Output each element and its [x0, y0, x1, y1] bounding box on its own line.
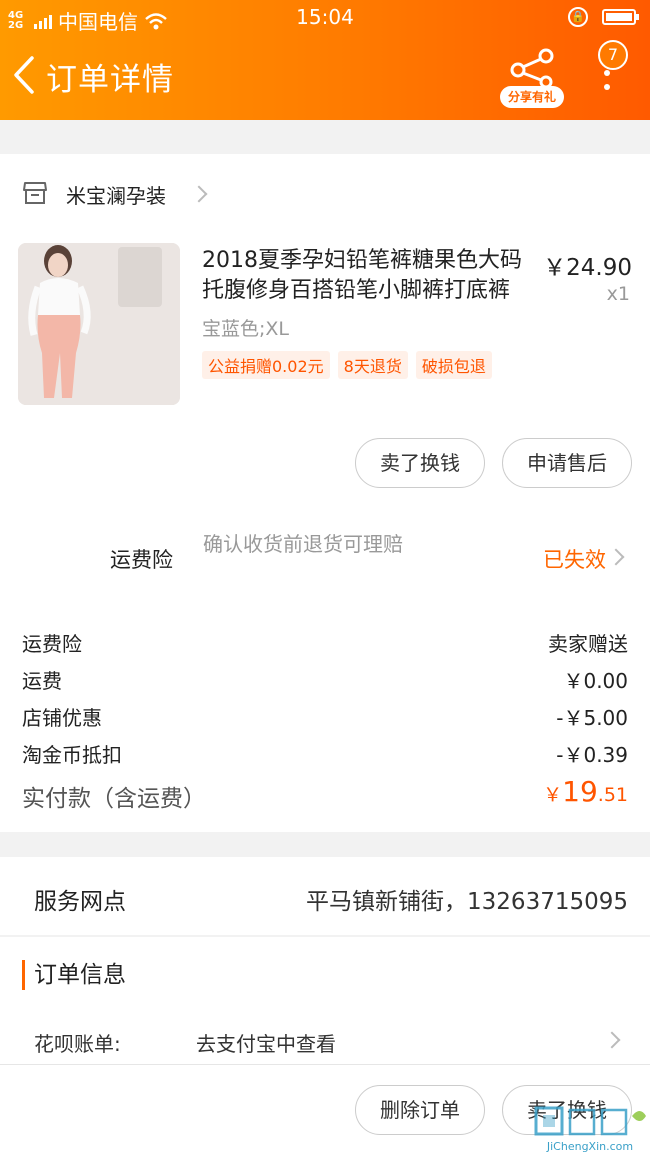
tag-charity: 公益捐赠0.02元 [202, 351, 330, 379]
fee-row: 店铺优惠 -￥5.00 [22, 702, 628, 732]
tag-return: 8天退货 [337, 351, 408, 379]
total-label: 实付款（含运费） [22, 786, 206, 812]
rotation-lock-icon: 🔒 [568, 7, 588, 27]
chevron-right-icon [190, 185, 208, 203]
total-currency: ￥ [543, 784, 563, 806]
fee-value: -￥0.39 [556, 743, 628, 767]
fee-label: 淘金币抵扣 [22, 743, 122, 767]
fee-row: 运费险 卖家赠送 [22, 628, 628, 658]
apply-after-sale-button[interactable]: 申请售后 [502, 438, 632, 488]
watermark-logo [534, 1106, 646, 1136]
header: 4G 2G 中国电信 15:04 🔒 订单详情 分享有礼 7 [0, 0, 650, 120]
insurance-status: 已失效 [543, 548, 606, 572]
status-right: 🔒 [568, 7, 639, 27]
order-info-title: 订单信息 [22, 960, 126, 990]
total-row: 实付款（含运费） ￥19.51 [22, 775, 628, 815]
fee-label: 运费险 [22, 632, 82, 656]
store-icon [23, 182, 47, 204]
fee-value: 卖家赠送 [548, 632, 628, 656]
product-tags: 公益捐赠0.02元 8天退货 破损包退 [202, 351, 492, 379]
total-integer: 19 [562, 775, 598, 808]
fee-row: 淘金币抵扣 -￥0.39 [22, 739, 628, 769]
insurance-desc: 确认收货前退货可理赔 [203, 532, 403, 556]
product-image [18, 243, 180, 405]
share-label: 分享有礼 [500, 86, 564, 108]
service-value: 平马镇新铺街，13263715095 [306, 889, 628, 915]
fee-label: 运费 [22, 669, 62, 693]
nav-bar: 订单详情 分享有礼 7 [0, 40, 650, 115]
total-decimal: .51 [597, 784, 628, 806]
delete-order-button[interactable]: 删除订单 [355, 1085, 485, 1135]
product-price: ￥24.90 [543, 255, 632, 281]
product-quantity: x1 [606, 283, 630, 305]
watermark-text: JiChengXin.com [546, 1140, 634, 1153]
page-title: 订单详情 [46, 62, 174, 98]
tag-damage: 破损包退 [415, 351, 492, 379]
fee-value: -￥5.00 [556, 706, 628, 730]
service-label: 服务网点 [34, 889, 126, 915]
message-badge: 7 [598, 40, 628, 70]
sell-for-cash-button[interactable]: 卖了换钱 [355, 438, 485, 488]
clock: 15:04 [296, 5, 354, 29]
huabei-label: 花呗账单: [34, 1032, 121, 1056]
fee-row: 运费 ￥0.00 [22, 665, 628, 695]
more-menu-button[interactable]: 7 [588, 40, 628, 110]
product-sku: 宝蓝色;XL [202, 318, 290, 340]
watermark: JiChengXin.com [530, 1104, 650, 1155]
total-amount: ￥19.51 [543, 775, 628, 808]
battery-icon [602, 9, 639, 25]
huabei-value: 去支付宝中查看 [196, 1032, 336, 1056]
fee-label: 店铺优惠 [22, 706, 102, 730]
insurance-label: 运费险 [110, 548, 173, 572]
share-icon [510, 48, 554, 88]
product-thumbnail[interactable] [18, 243, 180, 405]
share-button[interactable]: 分享有礼 [500, 46, 564, 108]
shop-name: 米宝澜孕装 [66, 184, 166, 208]
back-arrow-icon[interactable] [10, 52, 40, 98]
status-bar: 4G 2G 中国电信 15:04 🔒 [0, 0, 650, 34]
product-title[interactable]: 2018夏季孕妇铅笔裤糖果色大码托腹修身百搭铅笔小脚裤打底裤 [202, 246, 532, 306]
shop-row[interactable]: 米宝澜孕装 [0, 176, 650, 212]
fee-value: ￥0.00 [563, 669, 628, 693]
